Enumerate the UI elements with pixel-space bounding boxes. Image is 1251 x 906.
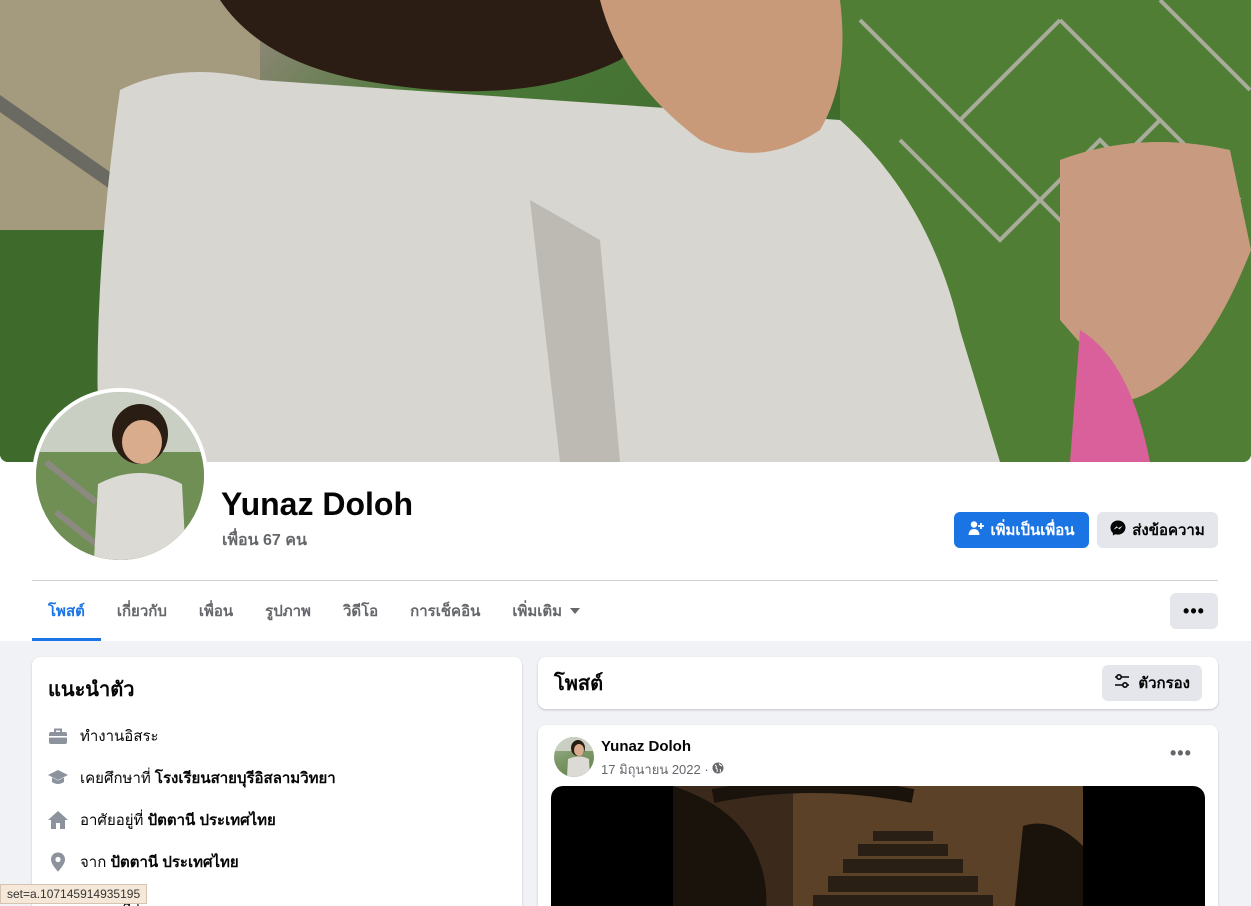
tab-checkins[interactable]: การเช็คอิน (394, 581, 496, 641)
intro-item-education: เคยศึกษาที่ โรงเรียนสายบุรีอิสลามวิทยา (48, 757, 506, 799)
filter-button[interactable]: ตัวกรอง (1102, 665, 1202, 701)
profile-more-options-button[interactable]: ••• (1170, 593, 1218, 629)
profile-tabs: โพสต์ เกี่ยวกับ เพื่อน รูปภาพ วิดีโอ การ… (32, 581, 596, 641)
friends-count[interactable]: เพื่อน 67 คน (222, 528, 307, 553)
post-options-button[interactable]: ••• (1170, 743, 1192, 764)
send-message-label: ส่งข้อความ (1132, 522, 1205, 539)
graduation-cap-icon (48, 768, 68, 788)
tab-checkins-label: การเช็คอิน (410, 603, 481, 620)
post-timestamp[interactable]: 17 มิถุนายน 2022 · (601, 759, 724, 780)
intro-lives-prefix: อาศัยอยู่ที่ (80, 812, 148, 829)
add-friend-label: เพิ่มเป็นเพื่อน (990, 522, 1075, 539)
filter-label: ตัวกรอง (1138, 675, 1190, 692)
tab-about-label: เกี่ยวกับ (116, 603, 167, 620)
filter-sliders-icon (1114, 673, 1130, 693)
tab-videos-label: วิดีโอ (342, 603, 379, 620)
intro-from-prefix: จาก (80, 854, 111, 871)
messenger-icon (1110, 520, 1126, 540)
add-friend-icon (968, 520, 985, 540)
tab-videos[interactable]: วิดีโอ (327, 581, 394, 641)
intro-item-from: จาก ปัตตานี ประเทศไทย (48, 841, 506, 883)
caret-down-icon (570, 608, 581, 614)
post-card: Yunaz Doloh 17 มิถุนายน 2022 · ••• (538, 725, 1218, 906)
tab-posts[interactable]: โพสต์ (32, 581, 101, 641)
intro-item-work: ทำงานอิสระ (48, 715, 506, 757)
tab-photos[interactable]: รูปภาพ (249, 581, 327, 641)
tab-friends[interactable]: เพื่อน (183, 581, 249, 641)
intro-card: แนะนำตัว ทำงานอิสระ เคยศึกษาที่ โรงเรียน… (32, 657, 522, 906)
post-photo[interactable] (551, 786, 1205, 906)
posts-header-card: โพสต์ ตัวกรอง (538, 657, 1218, 709)
tab-about[interactable]: เกี่ยวกับ (101, 581, 183, 641)
intro-education-text: เคยศึกษาที่ โรงเรียนสายบุรีอิสลามวิทยา (80, 766, 336, 790)
profile-picture[interactable] (32, 388, 208, 564)
cover-photo-scene (0, 0, 1251, 462)
intro-education-prefix: เคยศึกษาที่ (80, 770, 155, 787)
briefcase-icon (48, 726, 68, 746)
intro-title: แนะนำตัว (48, 679, 135, 701)
posts-title: โพสต์ (554, 673, 604, 695)
intro-from-text: จาก ปัตตานี ประเทศไทย (80, 850, 239, 874)
intro-lives-place[interactable]: ปัตตานี ประเทศไทย (148, 812, 276, 829)
cover-photo[interactable] (0, 0, 1251, 462)
post-author-avatar[interactable] (554, 737, 594, 777)
location-pin-icon (48, 852, 68, 872)
profile-name: Yunaz Doloh (221, 486, 413, 522)
intro-education-school[interactable]: โรงเรียนสายบุรีอิสลามวิทยา (155, 770, 336, 787)
intro-work-text: ทำงานอิสระ (80, 728, 159, 745)
tab-friends-label: เพื่อน (198, 603, 234, 620)
profile-picture-image (36, 392, 204, 560)
add-friend-button[interactable]: เพิ่มเป็นเพื่อน (954, 512, 1089, 548)
tab-posts-label: โพสต์ (48, 603, 85, 620)
post-date-text: 17 มิถุนายน 2022 · (601, 762, 709, 777)
intro-from-place[interactable]: ปัตตานี ประเทศไทย (110, 854, 238, 871)
send-message-button[interactable]: ส่งข้อความ (1097, 512, 1218, 548)
intro-item-lives-in: อาศัยอยู่ที่ ปัตตานี ประเทศไทย (48, 799, 506, 841)
home-icon (48, 810, 68, 830)
post-photo-scene (673, 786, 1083, 906)
tab-more-label: เพิ่มเติม (512, 603, 563, 620)
more-options-label: ••• (1183, 600, 1205, 621)
intro-lives-text: อาศัยอยู่ที่ ปัตตานี ประเทศไทย (80, 808, 276, 832)
post-author-name[interactable]: Yunaz Doloh (601, 738, 691, 755)
browser-status-url: set=a.107145914935195 (0, 884, 148, 904)
profile-header: Yunaz Doloh เพื่อน 67 คน เพิ่มเป็นเพื่อน… (0, 0, 1251, 641)
tab-more[interactable]: เพิ่มเติม (496, 581, 596, 641)
globe-icon (712, 762, 724, 777)
tab-photos-label: รูปภาพ (265, 603, 311, 620)
